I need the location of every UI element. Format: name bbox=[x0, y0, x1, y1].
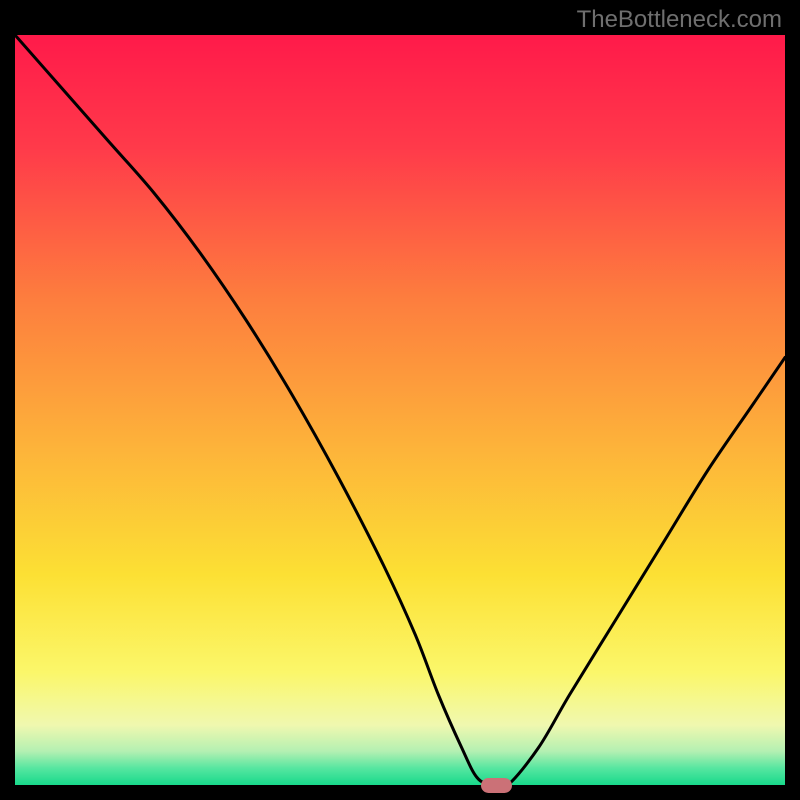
chart-background bbox=[15, 35, 785, 785]
chart-frame bbox=[15, 35, 785, 785]
watermark-text: TheBottleneck.com bbox=[577, 6, 782, 34]
optimal-point-marker bbox=[481, 778, 512, 793]
bottleneck-chart bbox=[15, 35, 785, 785]
